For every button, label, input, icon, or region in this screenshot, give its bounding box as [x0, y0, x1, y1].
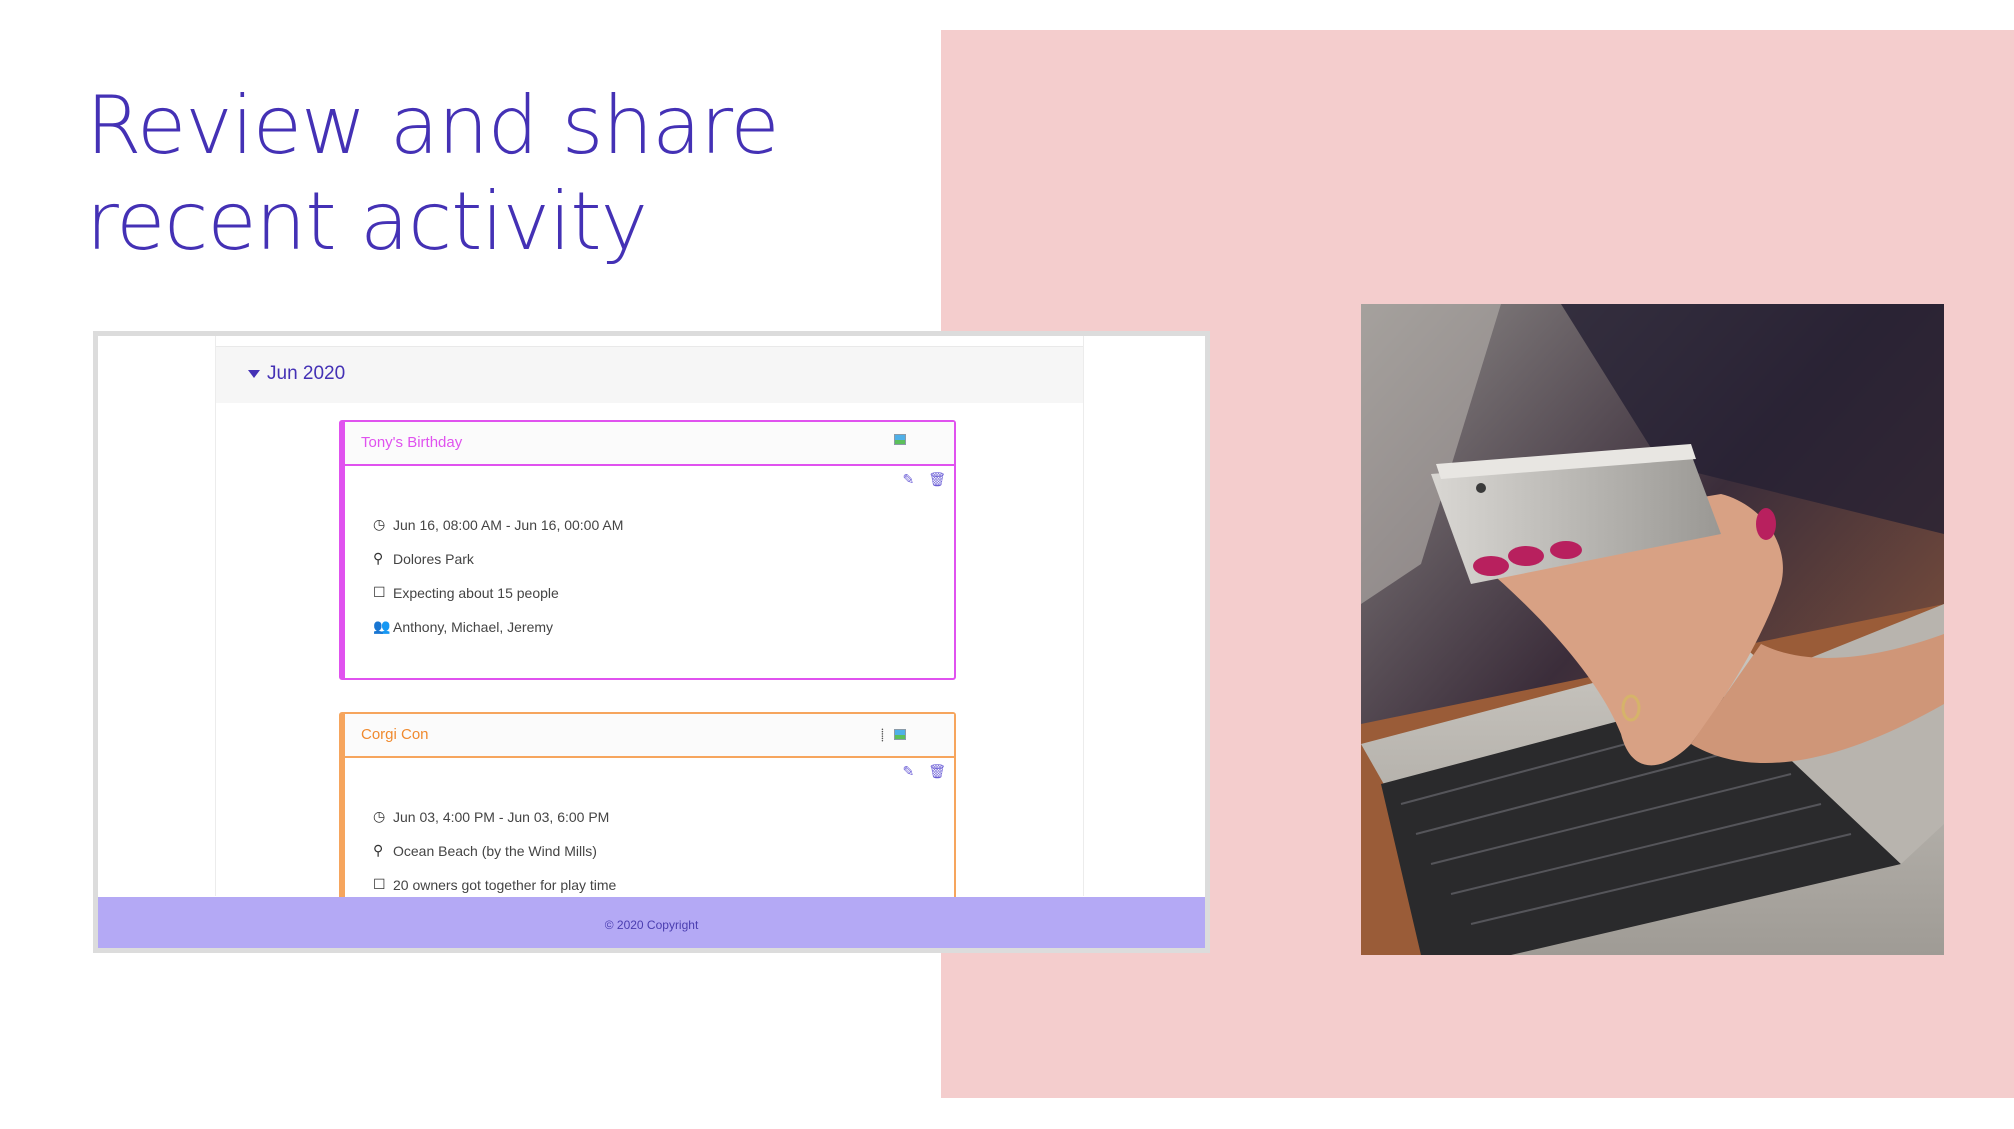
- event-time: Jun 16, 08:00 AM - Jun 16, 00:00 AM: [393, 516, 624, 533]
- event-people-row: 👥 Anthony, Michael, Jeremy: [373, 618, 553, 635]
- event-note: 20 owners got together for play time: [393, 876, 617, 893]
- clock-icon: ◷: [373, 808, 386, 824]
- edit-icon[interactable]: ✎: [902, 764, 914, 780]
- timeline-column: Jun 2020 Tony's Birthday ✎ 🗑 ◷ Jun 16, 0…: [215, 336, 1084, 912]
- note-icon: ☐: [373, 876, 386, 892]
- month-label: Jun 2020: [267, 363, 346, 384]
- trash-icon[interactable]: 🗑: [928, 472, 946, 488]
- event-note: Expecting about 15 people: [393, 584, 559, 601]
- edit-icon[interactable]: ✎: [902, 472, 914, 488]
- headline: Review and share recent activity: [86, 78, 780, 270]
- event-title[interactable]: Tony's Birthday: [361, 434, 462, 451]
- event-card-tonys-birthday[interactable]: Tony's Birthday ✎ 🗑 ◷ Jun 16, 08:00 AM -…: [339, 420, 956, 680]
- headline-line-2: recent activity: [86, 175, 648, 268]
- month-toggle[interactable]: Jun 2020: [248, 363, 345, 385]
- trash-icon[interactable]: 🗑: [928, 764, 946, 780]
- event-location: Ocean Beach (by the Wind Mills): [393, 842, 597, 859]
- footprints-icon[interactable]: ⸽: [881, 726, 884, 743]
- footer: © 2020 Copyright: [98, 897, 1205, 948]
- hero-photo-phone-laptop: [1361, 304, 1944, 955]
- caret-down-icon: [248, 370, 260, 378]
- image-icon[interactable]: [894, 434, 906, 445]
- event-time-row: ◷ Jun 03, 4:00 PM - Jun 03, 6:00 PM: [373, 808, 609, 825]
- map-pin-icon: ⚲: [373, 842, 384, 858]
- event-people: Anthony, Michael, Jeremy: [393, 618, 554, 635]
- clock-icon: ◷: [373, 516, 386, 532]
- map-pin-icon: ⚲: [373, 550, 384, 566]
- event-location: Dolores Park: [393, 550, 474, 567]
- users-icon: 👥: [373, 618, 391, 634]
- event-time-row: ◷ Jun 16, 08:00 AM - Jun 16, 00:00 AM: [373, 516, 623, 533]
- app-screenshot-frame: Jun 2020 Tony's Birthday ✎ 🗑 ◷ Jun 16, 0…: [93, 331, 1210, 953]
- event-note-row: ☐ Expecting about 15 people: [373, 584, 559, 601]
- event-time: Jun 03, 4:00 PM - Jun 03, 6:00 PM: [393, 808, 610, 825]
- note-icon: ☐: [373, 584, 386, 600]
- event-location-row: ⚲ Dolores Park: [373, 550, 474, 567]
- month-group-header: Jun 2020: [216, 346, 1083, 403]
- event-card-corgi-con[interactable]: Corgi Con ⸽ ✎ 🗑 ◷ Jun 03, 4:00 PM - Jun …: [339, 712, 956, 912]
- image-icon[interactable]: [894, 729, 906, 740]
- headline-line-1: Review and share: [86, 79, 780, 172]
- event-card-header: Tony's Birthday: [345, 422, 954, 466]
- copyright-text: © 2020 Copyright: [604, 918, 699, 932]
- app-screenshot: Jun 2020 Tony's Birthday ✎ 🗑 ◷ Jun 16, 0…: [98, 336, 1205, 948]
- event-title[interactable]: Corgi Con: [361, 726, 429, 743]
- event-card-header: Corgi Con ⸽: [345, 714, 954, 758]
- event-note-row: ☐ 20 owners got together for play time: [373, 876, 616, 893]
- event-location-row: ⚲ Ocean Beach (by the Wind Mills): [373, 842, 597, 859]
